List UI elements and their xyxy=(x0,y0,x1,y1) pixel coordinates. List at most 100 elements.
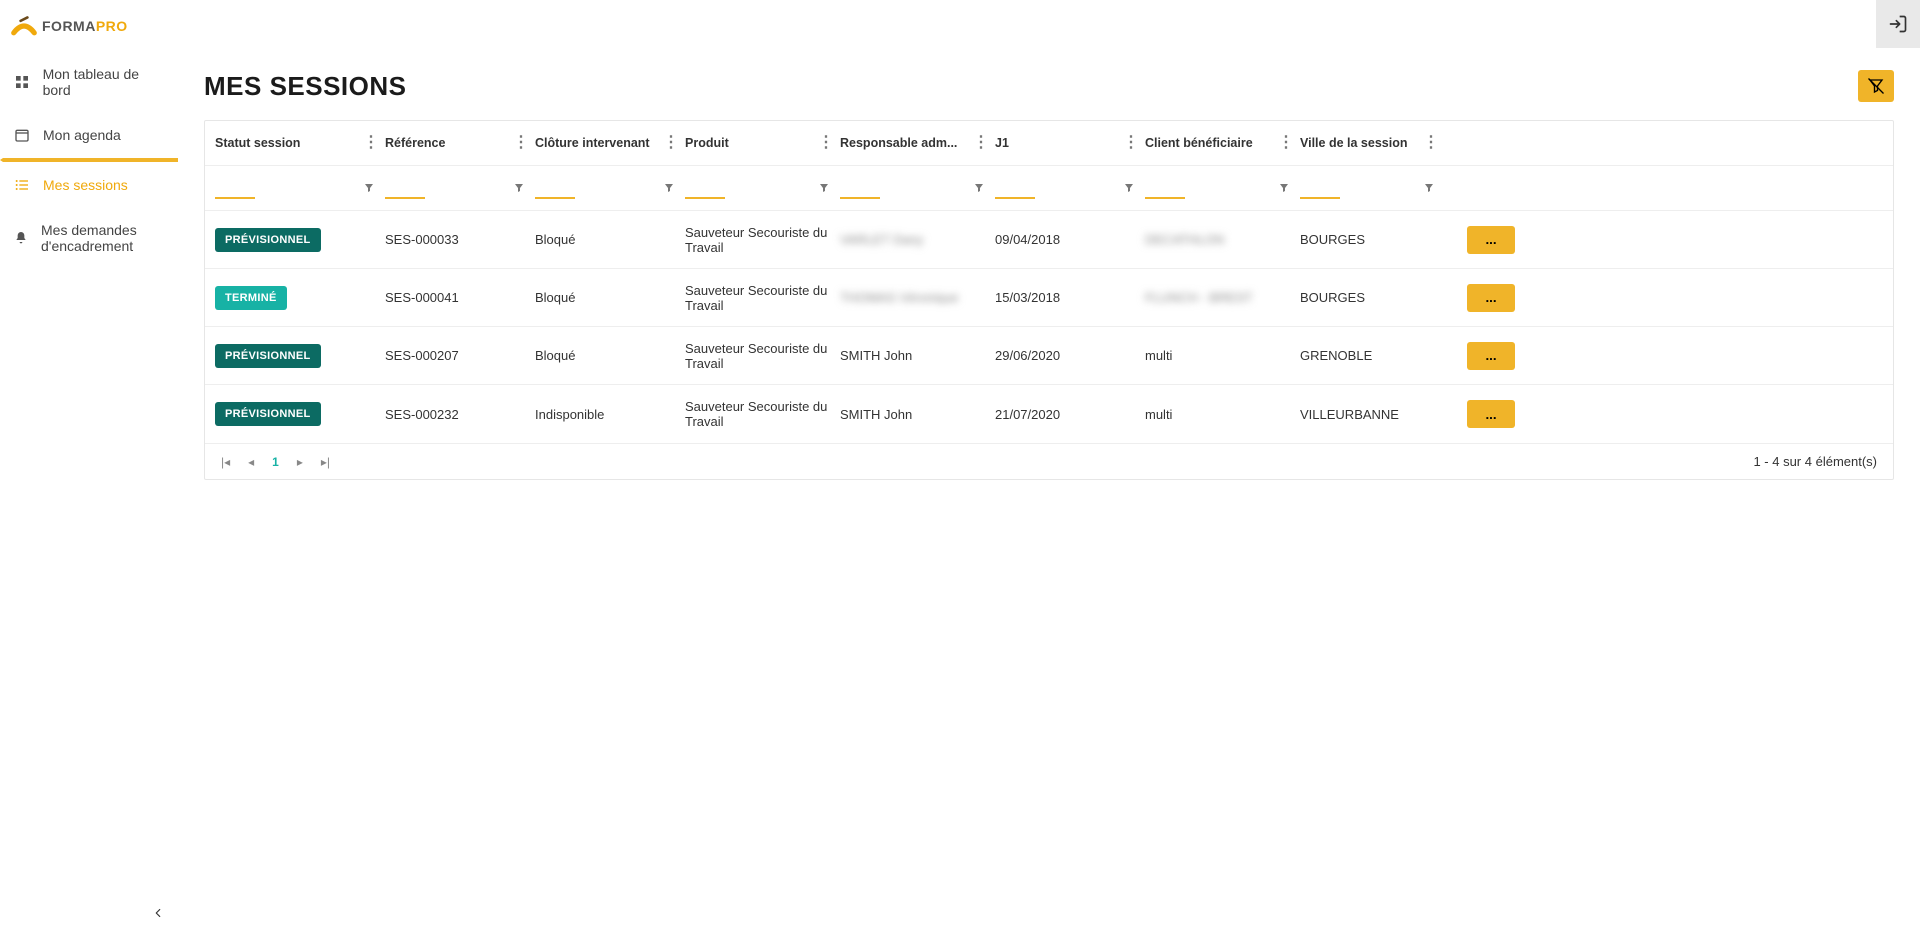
cell-ville: GRENOBLE xyxy=(1300,348,1445,363)
cell-produit: Sauveteur Secouriste du Travail xyxy=(685,283,840,313)
sidebar-item-sessions[interactable]: Mes sessions xyxy=(0,160,178,208)
column-header-produit[interactable]: Produit⋮ xyxy=(685,135,840,151)
column-menu-icon[interactable]: ⋮ xyxy=(973,135,989,151)
sidebar-item-label: Mon agenda xyxy=(43,127,121,143)
logo-icon xyxy=(10,14,38,38)
column-header-responsable[interactable]: Responsable adm...⋮ xyxy=(840,135,995,151)
sidebar-item-label: Mes sessions xyxy=(43,177,128,193)
pager-first[interactable]: |◂ xyxy=(221,455,230,469)
column-header-ville[interactable]: Ville de la session⋮ xyxy=(1300,135,1445,151)
column-header-client[interactable]: Client bénéficiaire⋮ xyxy=(1145,135,1300,151)
row-actions-button[interactable]: ... xyxy=(1467,284,1515,312)
cell-ville: VILLEURBANNE xyxy=(1300,407,1445,422)
filter-icon[interactable] xyxy=(663,182,675,194)
cell-cloture: Indisponible xyxy=(535,407,685,422)
table-row: TERMINÉ SES-000041BloquéSauveteur Secouri… xyxy=(205,269,1893,327)
pager-prev[interactable]: ◂ xyxy=(248,455,254,469)
column-header-j1[interactable]: J1⋮ xyxy=(995,135,1145,151)
cell-reference: SES-000041 xyxy=(385,290,535,305)
row-actions-button[interactable]: ... xyxy=(1467,400,1515,428)
cell-cloture: Bloqué xyxy=(535,290,685,305)
pager-last[interactable]: ▸| xyxy=(321,455,330,469)
column-header-reference[interactable]: Référence⋮ xyxy=(385,135,535,151)
row-actions-button[interactable]: ... xyxy=(1467,342,1515,370)
status-badge: TERMINÉ xyxy=(215,286,287,310)
chevron-left-icon xyxy=(151,906,165,920)
cell-j1: 09/04/2018 xyxy=(995,232,1145,247)
filter-icon[interactable] xyxy=(1123,182,1135,194)
cell-responsable: THOMAS Véronique xyxy=(840,290,995,305)
status-badge: PRÉVISIONNEL xyxy=(215,344,321,368)
bell-icon xyxy=(13,229,29,247)
column-menu-icon[interactable]: ⋮ xyxy=(663,135,679,151)
calendar-icon xyxy=(13,126,31,144)
cell-j1: 21/07/2020 xyxy=(995,407,1145,422)
cell-reference: SES-000232 xyxy=(385,407,535,422)
grid-filter-row xyxy=(205,165,1893,211)
column-header-cloture[interactable]: Clôture intervenant⋮ xyxy=(535,135,685,151)
sidebar-item-demandes[interactable]: Mes demandes d'encadrement xyxy=(0,208,178,268)
pager-next[interactable]: ▸ xyxy=(297,455,303,469)
cell-produit: Sauveteur Secouriste du Travail xyxy=(685,225,840,255)
clear-filters-button[interactable] xyxy=(1858,70,1894,102)
cell-responsable: VARLET Dany xyxy=(840,232,995,247)
cell-produit: Sauveteur Secouriste du Travail xyxy=(685,399,840,429)
cell-client: multi xyxy=(1145,348,1300,363)
brand-logo: FORMAPRO xyxy=(8,10,128,38)
filter-input-status[interactable] xyxy=(215,178,255,199)
cell-reference: SES-000033 xyxy=(385,232,535,247)
column-header-status[interactable]: Statut session⋮ xyxy=(215,135,385,151)
filter-input-responsable[interactable] xyxy=(840,178,880,199)
cell-ville: BOURGES xyxy=(1300,232,1445,247)
filter-input-ville[interactable] xyxy=(1300,178,1340,199)
brand-text: FORMAPRO xyxy=(42,18,128,34)
pager-current-page[interactable]: 1 xyxy=(272,455,279,469)
column-menu-icon[interactable]: ⋮ xyxy=(1423,135,1439,151)
filter-icon[interactable] xyxy=(973,182,985,194)
filter-icon[interactable] xyxy=(513,182,525,194)
filter-input-cloture[interactable] xyxy=(535,178,575,199)
cell-reference: SES-000207 xyxy=(385,348,535,363)
row-actions-button[interactable]: ... xyxy=(1467,226,1515,254)
sidebar-item-agenda[interactable]: Mon agenda xyxy=(0,112,178,160)
column-menu-icon[interactable]: ⋮ xyxy=(818,135,834,151)
cell-j1: 15/03/2018 xyxy=(995,290,1145,305)
sidebar-item-label: Mon tableau de bord xyxy=(43,66,168,98)
cell-ville: BOURGES xyxy=(1300,290,1445,305)
table-row: PRÉVISIONNEL SES-000232IndisponibleSauvet… xyxy=(205,385,1893,443)
filter-icon[interactable] xyxy=(818,182,830,194)
filter-input-j1[interactable] xyxy=(995,178,1035,199)
pager-range-text: 1 - 4 sur 4 élément(s) xyxy=(1753,454,1877,469)
column-menu-icon[interactable]: ⋮ xyxy=(1278,135,1294,151)
cell-produit: Sauveteur Secouriste du Travail xyxy=(685,341,840,371)
grid-body: PRÉVISIONNELSES-000033BloquéSauveteur Se… xyxy=(205,211,1893,443)
main-content: MES SESSIONS Statut session⋮ Référence⋮ … xyxy=(178,0,1920,937)
filter-icon[interactable] xyxy=(1278,182,1290,194)
filter-input-produit[interactable] xyxy=(685,178,725,199)
sidebar: Mon tableau de bord Mon agenda Mes sessi… xyxy=(0,0,178,937)
filter-input-reference[interactable] xyxy=(385,178,425,199)
sidebar-collapse-button[interactable] xyxy=(146,901,170,925)
cell-cloture: Bloqué xyxy=(535,348,685,363)
sidebar-item-dashboard[interactable]: Mon tableau de bord xyxy=(0,52,178,112)
status-badge: PRÉVISIONNEL xyxy=(215,402,321,426)
filter-icon[interactable] xyxy=(363,182,375,194)
cell-client: DECATHLON xyxy=(1145,232,1300,247)
cell-cloture: Bloqué xyxy=(535,232,685,247)
grid-footer: |◂ ◂ 1 ▸ ▸| 1 - 4 sur 4 élément(s) xyxy=(205,443,1893,479)
filter-icon[interactable] xyxy=(1423,182,1435,194)
logout-icon xyxy=(1888,14,1908,34)
filter-input-client[interactable] xyxy=(1145,178,1185,199)
table-row: PRÉVISIONNEL SES-000207BloquéSauveteur Se… xyxy=(205,327,1893,385)
sidebar-item-label: Mes demandes d'encadrement xyxy=(41,222,168,254)
table-row: PRÉVISIONNELSES-000033BloquéSauveteur Se… xyxy=(205,211,1893,269)
list-icon xyxy=(13,176,31,194)
column-menu-icon[interactable]: ⋮ xyxy=(363,135,379,151)
cell-j1: 29/06/2020 xyxy=(995,348,1145,363)
cell-client: FLUNCH - BREST xyxy=(1145,290,1300,305)
column-menu-icon[interactable]: ⋮ xyxy=(513,135,529,151)
grid-header: Statut session⋮ Référence⋮ Clôture inter… xyxy=(205,121,1893,165)
cell-client: multi xyxy=(1145,407,1300,422)
column-menu-icon[interactable]: ⋮ xyxy=(1123,135,1139,151)
logout-button[interactable] xyxy=(1876,0,1920,48)
